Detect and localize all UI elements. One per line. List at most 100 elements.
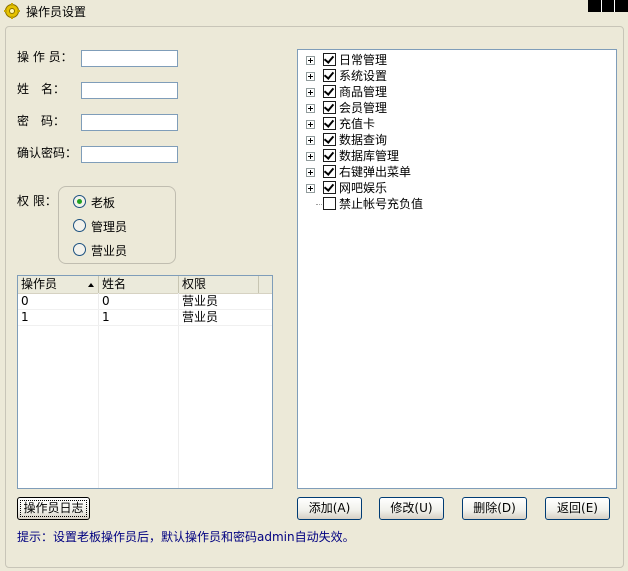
tree-node-label: 系统设置: [339, 69, 388, 83]
radio-clerk[interactable]: 营业员: [73, 242, 168, 258]
expand-plus-icon[interactable]: [306, 168, 315, 177]
tree-node-label: 日常管理: [339, 53, 388, 67]
table-row[interactable]: 0 0 营业员: [18, 294, 272, 310]
checkmark-icon: [323, 181, 335, 192]
hint-text: 提示：设置老板操作员后，默认操作员和密码admin自动失效。: [17, 530, 355, 544]
tree-checkbox[interactable]: [323, 133, 336, 146]
checkmark-icon: [323, 165, 335, 176]
tree-node-label: 会员管理: [339, 101, 388, 115]
cell-permission: 营业员: [182, 310, 219, 324]
tree-node-label: 数据查询: [339, 133, 388, 147]
permission-label: 权 限：: [17, 194, 57, 208]
button-label: 修改(U): [390, 501, 433, 515]
radio-label: 管理员: [91, 220, 128, 234]
back-button[interactable]: 返回(E): [545, 497, 610, 520]
checkmark-icon: [323, 117, 335, 128]
delete-button[interactable]: 删除(D): [462, 497, 527, 520]
expand-plus-icon[interactable]: [306, 88, 315, 97]
tree-checkbox[interactable]: [323, 85, 336, 98]
tree-node-netcafe[interactable]: 网吧娱乐: [306, 180, 606, 196]
cell-permission: 营业员: [182, 294, 219, 308]
radio-boss[interactable]: 老板: [73, 194, 168, 210]
tree-node-no-negative-recharge[interactable]: 禁止帐号充负值: [306, 196, 606, 212]
checkmark-icon: [323, 69, 335, 80]
tree-node-daily[interactable]: 日常管理: [306, 52, 606, 68]
focus-rect: [20, 500, 87, 517]
confirm-password-label: 确认密码：: [17, 146, 78, 160]
window-title: 操作员设置: [26, 5, 87, 19]
modify-button[interactable]: 修改(U): [379, 497, 444, 520]
operator-table[interactable]: 操作员 姓名 权限 0 0 营业员 1 1 营业员: [17, 275, 273, 489]
password-input[interactable]: [81, 114, 178, 131]
expand-plus-icon[interactable]: [306, 184, 315, 193]
tree-checkbox[interactable]: [323, 101, 336, 114]
radio-label: 老板: [91, 196, 116, 210]
expand-plus-icon[interactable]: [306, 120, 315, 129]
checkmark-icon: [323, 149, 335, 160]
checkmark-icon: [323, 101, 335, 112]
column-header-name[interactable]: 姓名: [99, 276, 179, 293]
column-header-label: 姓名: [102, 277, 127, 291]
name-input[interactable]: [81, 82, 178, 99]
tree-checkbox[interactable]: [323, 69, 336, 82]
operator-input[interactable]: [81, 50, 178, 67]
expand-plus-icon[interactable]: [306, 136, 315, 145]
tree-node-context-menu[interactable]: 右键弹出菜单: [306, 164, 606, 180]
add-button[interactable]: 添加(A): [297, 497, 362, 520]
tree-checkbox[interactable]: [323, 149, 336, 162]
table-header: 操作员 姓名 权限: [18, 276, 272, 294]
tree-checkbox[interactable]: [323, 181, 336, 194]
tree-node-data-query[interactable]: 数据查询: [306, 132, 606, 148]
radio-circle: [73, 243, 86, 256]
name-label: 姓 名：: [17, 82, 66, 96]
tree-node-label: 充值卡: [339, 117, 376, 131]
permission-tree[interactable]: 日常管理 系统设置 商品管理 会员管理 充值卡 数据查询 数据库管理 右键弹出菜…: [297, 49, 617, 489]
tree-node-label: 数据库管理: [339, 149, 400, 163]
operator-log-button[interactable]: 操作员日志: [17, 497, 90, 520]
operator-label: 操 作 员：: [17, 50, 73, 64]
title-bar: 操作员设置: [0, 0, 628, 22]
sort-ascending-icon: [88, 283, 94, 287]
column-header-label: 权限: [182, 277, 207, 291]
cell-operator: 0: [21, 294, 29, 308]
confirm-password-input[interactable]: [81, 146, 178, 163]
column-header-label: 操作员: [21, 277, 58, 291]
tree-node-database[interactable]: 数据库管理: [306, 148, 606, 164]
tree-node-goods[interactable]: 商品管理: [306, 84, 606, 100]
tree-node-label: 商品管理: [339, 85, 388, 99]
checkmark-icon: [323, 133, 335, 144]
column-header-permission[interactable]: 权限: [179, 276, 259, 293]
checkmark-icon: [323, 85, 335, 96]
permission-radio-group: 老板 管理员 营业员: [58, 186, 176, 264]
password-label: 密 码：: [17, 114, 66, 128]
button-label: 返回(E): [557, 501, 598, 515]
expand-plus-icon[interactable]: [306, 104, 315, 113]
radio-selected-dot: [77, 199, 82, 204]
tree-node-system[interactable]: 系统设置: [306, 68, 606, 84]
tree-checkbox[interactable]: [323, 53, 336, 66]
gear-icon: [4, 3, 20, 19]
table-row[interactable]: 1 1 营业员: [18, 310, 272, 326]
tree-node-label: 网吧娱乐: [339, 181, 388, 195]
column-header-operator[interactable]: 操作员: [18, 276, 99, 293]
tree-checkbox[interactable]: [323, 165, 336, 178]
tree-node-member[interactable]: 会员管理: [306, 100, 606, 116]
radio-admin[interactable]: 管理员: [73, 218, 168, 234]
button-label: 删除(D): [473, 501, 516, 515]
tree-checkbox[interactable]: [323, 197, 336, 210]
checkmark-icon: [323, 53, 335, 64]
radio-circle: [73, 219, 86, 232]
expand-plus-icon[interactable]: [306, 152, 315, 161]
expand-plus-icon[interactable]: [306, 56, 315, 65]
cell-operator: 1: [21, 310, 29, 324]
cell-name: 1: [102, 310, 110, 324]
radio-circle: [73, 195, 86, 208]
tree-checkbox[interactable]: [323, 117, 336, 130]
cell-name: 0: [102, 294, 110, 308]
window-controls[interactable]: [588, 0, 628, 12]
button-label: 添加(A): [308, 501, 351, 515]
tree-node-prepaid-card[interactable]: 充值卡: [306, 116, 606, 132]
tree-node-label: 禁止帐号充负值: [339, 197, 424, 211]
radio-label: 营业员: [91, 244, 128, 258]
expand-plus-icon[interactable]: [306, 72, 315, 81]
